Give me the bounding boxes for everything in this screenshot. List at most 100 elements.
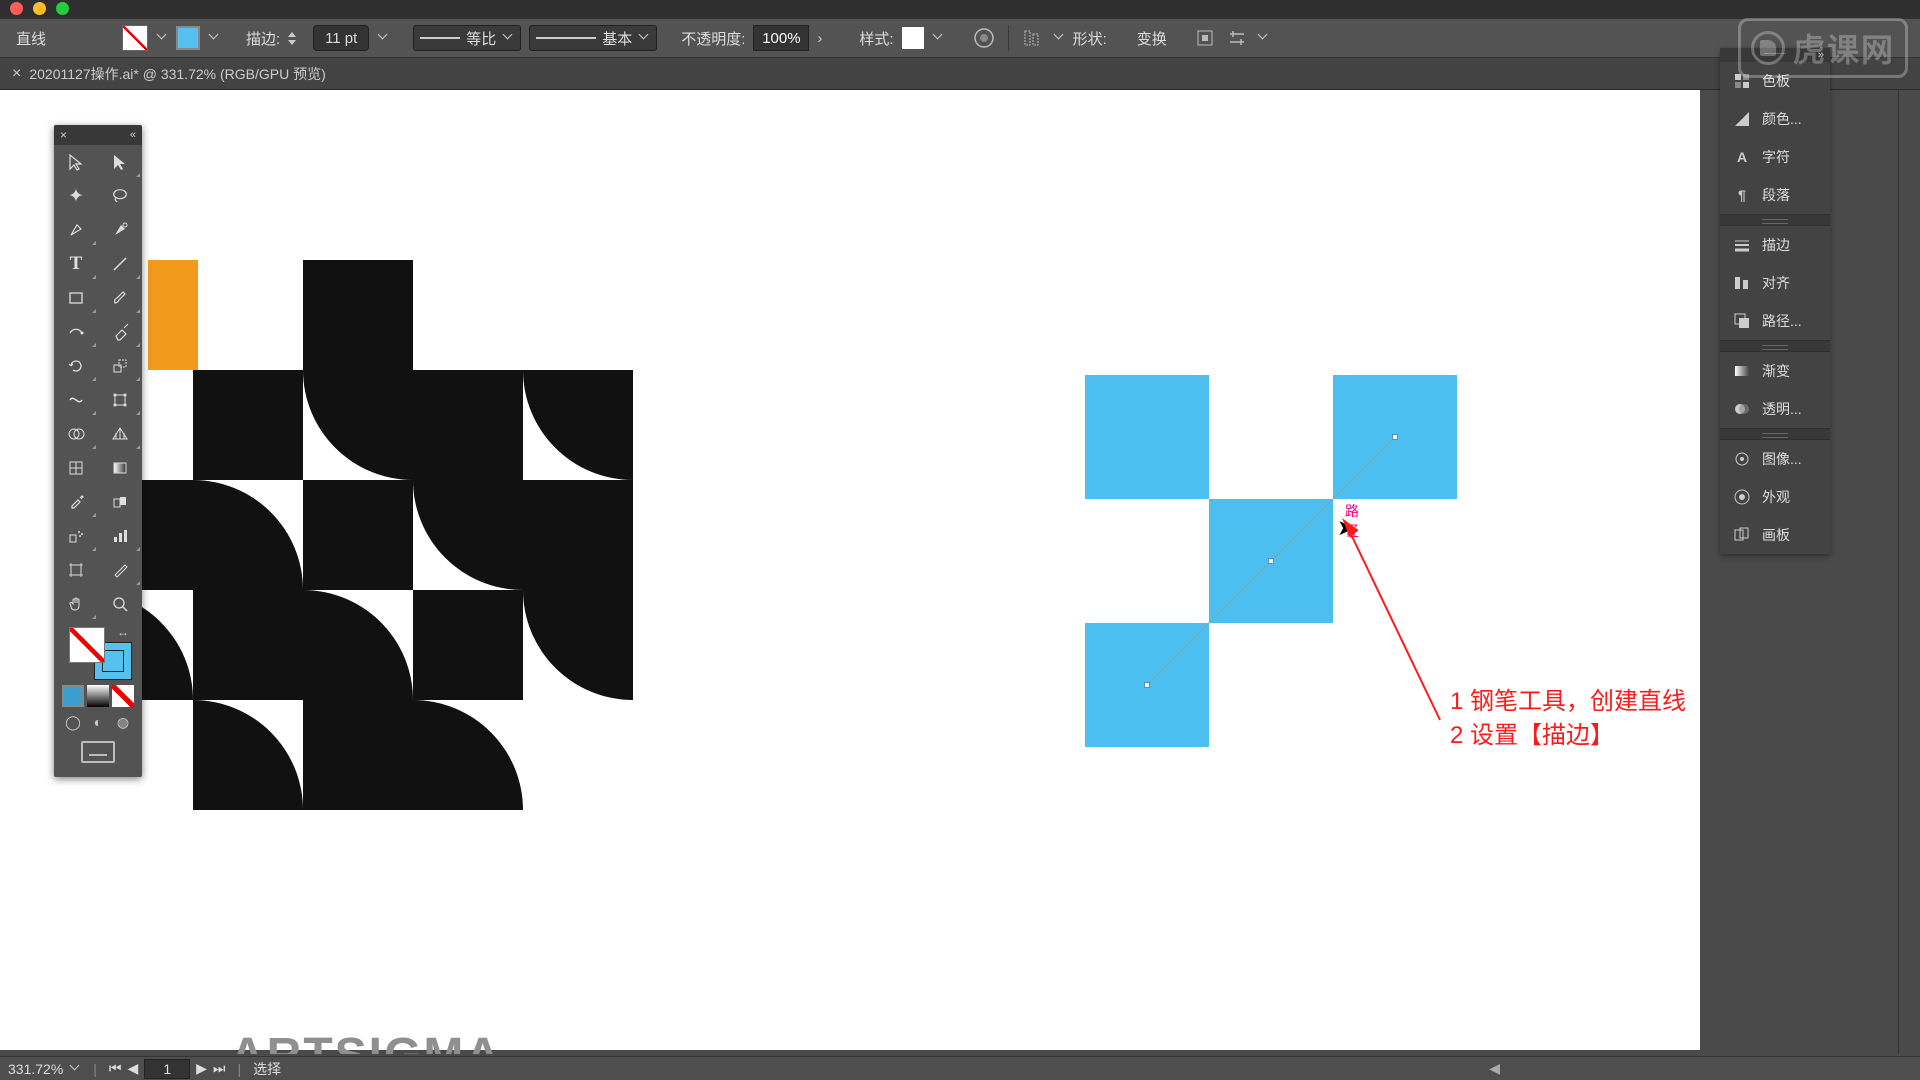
annotation-line2: 2 设置【描边】 (1450, 719, 1686, 753)
watermark-logo-icon (1751, 31, 1785, 65)
pen-tool[interactable] (54, 213, 98, 247)
artboard-number-input[interactable]: 1 (144, 1059, 190, 1079)
type-tool[interactable]: T (54, 247, 98, 281)
chevron-down-icon[interactable] (1259, 33, 1269, 43)
mac-minimize-button[interactable] (33, 2, 46, 15)
gradient-mode-button[interactable] (87, 685, 109, 707)
magic-wand-tool[interactable]: ✦ (54, 179, 98, 213)
canvas-area[interactable]: ARTSIGMA D UP 路径 ➤ 1 钢笔工具，创建直线 (0, 90, 1896, 1054)
anchor-point[interactable] (1144, 682, 1150, 688)
chevron-down-icon[interactable] (1055, 33, 1065, 43)
tools-panel-header[interactable]: × « (54, 125, 142, 145)
stroke-weight-input[interactable]: 11 pt (313, 25, 369, 51)
document-tab-title[interactable]: 20201127操作.ai* @ 331.72% (RGB/GPU 预览) (29, 64, 325, 84)
prev-artboard-icon[interactable]: ◀ (128, 1060, 139, 1077)
mac-zoom-button[interactable] (56, 2, 69, 15)
none-mode-button[interactable] (112, 685, 134, 707)
column-graph-tool[interactable] (98, 519, 142, 553)
preferences-dropdown-icon[interactable] (1225, 26, 1249, 50)
direct-selection-tool[interactable] (98, 145, 142, 179)
first-artboard-icon[interactable]: ⏮ (109, 1060, 122, 1077)
graphic-style-swatch[interactable] (902, 27, 924, 49)
blend-tool[interactable] (98, 485, 142, 519)
chevron-down-icon[interactable] (210, 33, 220, 43)
align-dropdown-icon[interactable] (1021, 26, 1045, 50)
chevron-down-icon (71, 1064, 81, 1074)
panel-stroke[interactable]: 描边 (1720, 226, 1830, 264)
width-profile-dropdown[interactable]: 等比 (413, 25, 521, 51)
draw-behind-icon[interactable]: ◐ (88, 713, 108, 731)
rectangle-tool[interactable] (54, 281, 98, 315)
panel-gradient[interactable]: 渐变 (1720, 352, 1830, 390)
gradient-tool[interactable] (98, 451, 142, 485)
control-bar: 直线 描边: 11 pt 等比 基本 不透明度: 100% › 样式: 形状: … (0, 18, 1920, 58)
fill-swatch[interactable] (122, 25, 148, 51)
vertical-scrollbar[interactable] (1898, 90, 1920, 1054)
close-icon[interactable]: × (12, 65, 21, 83)
color-mode-button[interactable] (62, 685, 84, 707)
brush-def-dropdown[interactable]: 基本 (529, 25, 657, 51)
panel-appearance[interactable]: 外观 (1720, 478, 1830, 516)
fill-stroke-controls: ↔ ◯ ◐ ◍ (54, 621, 142, 777)
screen-mode-button[interactable] (81, 741, 115, 763)
collapse-icon[interactable]: « (130, 129, 136, 141)
mac-close-button[interactable] (10, 2, 23, 15)
isolate-icon[interactable] (1193, 26, 1217, 50)
shaper-tool[interactable] (54, 315, 98, 349)
panel-character[interactable]: A字符 (1720, 138, 1830, 176)
line-segment-tool[interactable] (98, 247, 142, 281)
opacity-input[interactable]: 100% (753, 25, 809, 51)
stroke-weight-stepper[interactable] (288, 25, 302, 51)
next-artboard-icon[interactable]: ▶ (196, 1060, 207, 1077)
zoom-tool[interactable] (98, 587, 142, 621)
panel-image-trace[interactable]: 图像... (1720, 440, 1830, 478)
width-tool[interactable] (54, 383, 98, 417)
anchor-point[interactable] (1392, 434, 1398, 440)
anchor-point[interactable] (1268, 558, 1274, 564)
stroke-color-swatch[interactable] (176, 26, 200, 50)
panel-transparency[interactable]: 透明... (1720, 390, 1830, 428)
panel-pathfinder[interactable]: 路径... (1720, 302, 1830, 340)
color-icon (1732, 109, 1752, 129)
draw-inside-icon[interactable]: ◍ (113, 713, 133, 731)
fill-indicator[interactable] (69, 627, 105, 663)
panel-paragraph[interactable]: ¶段落 (1720, 176, 1830, 214)
scale-tool[interactable] (98, 349, 142, 383)
perspective-grid-tool[interactable] (98, 417, 142, 451)
slice-tool[interactable] (98, 553, 142, 587)
artboard-tool[interactable] (54, 553, 98, 587)
swap-fill-stroke-icon[interactable]: ↔ (117, 625, 129, 639)
free-transform-tool[interactable] (98, 383, 142, 417)
close-icon[interactable]: × (60, 128, 67, 142)
mesh-tool[interactable] (54, 451, 98, 485)
selection-tool[interactable] (54, 145, 98, 179)
artboard-nav[interactable]: ⏮ ◀ 1 ▶ ⏭ (109, 1059, 226, 1079)
panel-artboards[interactable]: 画板 (1720, 516, 1830, 554)
panel-color[interactable]: 颜色... (1720, 100, 1830, 138)
mac-window-controls (0, 0, 79, 12)
paintbrush-tool[interactable] (98, 281, 142, 315)
artboard[interactable]: ARTSIGMA D UP 路径 ➤ 1 钢笔工具，创建直线 (0, 90, 1700, 1050)
transform-label[interactable]: 变换 (1137, 28, 1167, 49)
shape-label[interactable]: 形状: (1073, 28, 1107, 49)
symbol-sprayer-tool[interactable] (54, 519, 98, 553)
draw-normal-icon[interactable]: ◯ (63, 713, 83, 731)
opacity-flyout-icon[interactable]: › (817, 30, 831, 47)
eyedropper-tool[interactable] (54, 485, 98, 519)
hand-tool[interactable] (54, 587, 98, 621)
chevron-down-icon[interactable] (934, 33, 944, 43)
chevron-down-icon[interactable] (379, 33, 389, 43)
watermark: 虎课网 (1738, 18, 1908, 78)
last-artboard-icon[interactable]: ⏭ (213, 1060, 226, 1077)
shape-builder-tool[interactable] (54, 417, 98, 451)
hscroll-left-icon[interactable]: ◀ (1489, 1060, 1500, 1077)
lasso-tool[interactable] (98, 179, 142, 213)
eraser-tool[interactable] (98, 315, 142, 349)
curvature-tool[interactable] (98, 213, 142, 247)
recolor-artwork-icon[interactable] (972, 26, 996, 50)
zoom-level-field[interactable]: 331.72% (8, 1061, 81, 1077)
panel-align[interactable]: 对齐 (1720, 264, 1830, 302)
rotate-tool[interactable] (54, 349, 98, 383)
chevron-down-icon[interactable] (158, 33, 168, 43)
align-icon (1732, 273, 1752, 293)
